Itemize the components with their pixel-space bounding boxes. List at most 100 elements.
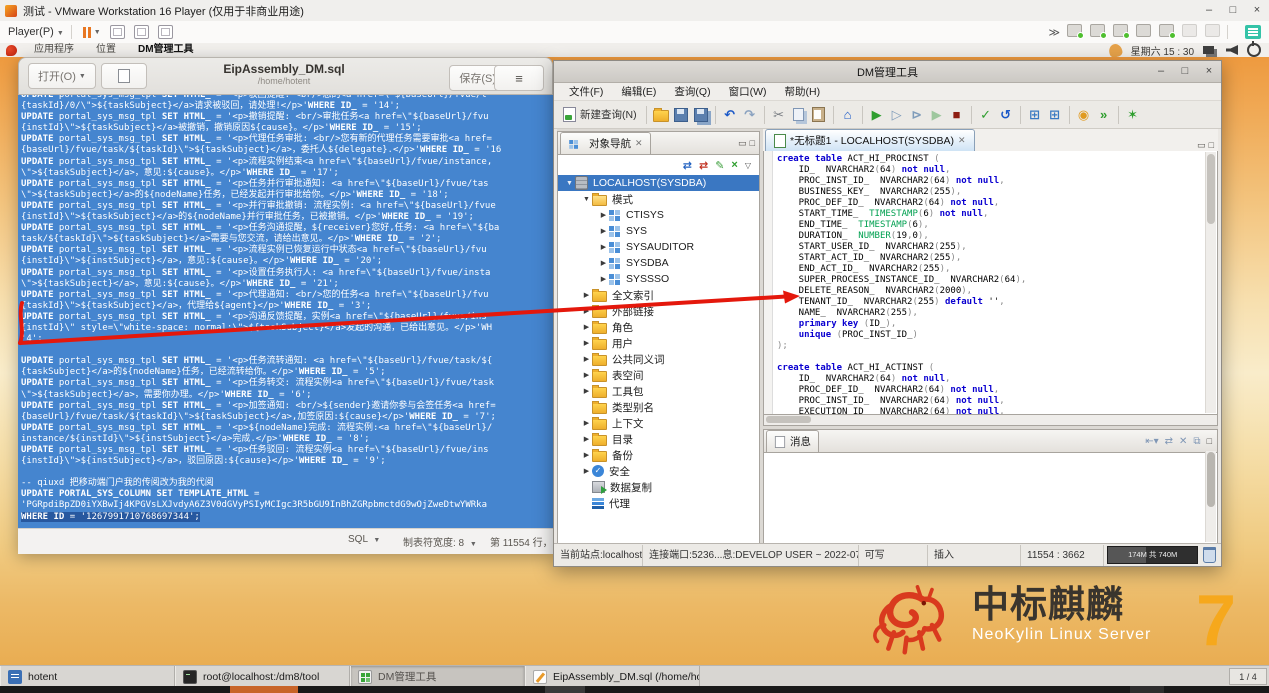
send-ctrl-alt-del-icon[interactable] — [110, 25, 125, 39]
taskbar-item-root@localhost:/dm8/tool[interactable]: root@localhost:/dm8/tool — [175, 666, 350, 687]
tree-expander-icon[interactable]: ▶ — [581, 291, 592, 299]
vmware-maximize-button[interactable]: □ — [1221, 2, 1245, 20]
minimize-panel-icon[interactable]: ▭ — [1197, 140, 1206, 151]
dm-menu-编辑(E)[interactable]: 编辑(E) — [612, 84, 665, 99]
connect-icon[interactable]: ⇄ — [683, 159, 692, 172]
network-icon[interactable] — [1203, 46, 1214, 54]
save-icon[interactable] — [671, 105, 691, 125]
edit-connection-icon[interactable]: ✎ — [715, 159, 724, 172]
fullscreen-icon[interactable] — [134, 25, 149, 39]
tree-expander-icon[interactable]: ▶ — [581, 467, 592, 475]
copy-icon[interactable]: ⧉ — [1193, 436, 1200, 447]
close-icon[interactable]: ✕ — [635, 138, 643, 149]
tree-item-备份[interactable]: ▶备份 — [558, 447, 759, 463]
tree-item-表空间[interactable]: ▶表空间 — [558, 367, 759, 383]
tree-expander-icon[interactable]: ▶ — [581, 355, 592, 363]
gedit-text-area[interactable]: UPDATE portal_sys_msg_tpl SET HTML_ = '<… — [18, 95, 553, 528]
clock-sync-icon[interactable] — [1090, 24, 1105, 37]
panel-menu-DM管理工具[interactable]: DM管理工具 — [127, 44, 205, 55]
tree-expander-icon[interactable]: ▶ — [598, 275, 609, 283]
sql-assist-icon[interactable]: ◉ — [1074, 105, 1094, 125]
unity-icon[interactable] — [158, 25, 173, 39]
tree-item-SYSSSO[interactable]: ▶SYSSSO — [558, 271, 759, 287]
tree-expander-icon[interactable]: ▶ — [598, 211, 609, 219]
tree-item-外部链接[interactable]: ▶外部链接 — [558, 303, 759, 319]
vmware-notes-icon[interactable] — [1245, 25, 1261, 39]
dm-menu-文件(F)[interactable]: 文件(F) — [560, 84, 612, 99]
tree-expander-icon[interactable]: ▼ — [564, 180, 575, 187]
tree-item-SYSDBA[interactable]: ▶SYSDBA — [558, 255, 759, 271]
taskbar-item-DM管理工具[interactable]: DM管理工具 — [350, 666, 525, 687]
open-icon[interactable] — [651, 105, 671, 125]
execute-current-icon[interactable]: ▷ — [887, 105, 907, 125]
messages-body[interactable] — [764, 451, 1217, 543]
maximize-panel-icon[interactable]: □ — [750, 138, 755, 149]
tree-expander-icon[interactable]: ▶ — [581, 323, 592, 331]
copy-icon[interactable] — [789, 105, 809, 125]
step-icon[interactable]: ⊳ — [907, 105, 927, 125]
execute-icon[interactable]: ▶ — [867, 105, 887, 125]
close-connection-icon[interactable]: × — [731, 159, 737, 171]
new-document-button[interactable] — [101, 63, 147, 89]
rollback-icon[interactable]: ↺ — [996, 105, 1016, 125]
new-query-button[interactable]: 新建查询(N) — [558, 107, 642, 122]
tree-item-SYS[interactable]: ▶SYS — [558, 223, 759, 239]
tree-item-角色[interactable]: ▶角色 — [558, 319, 759, 335]
tree-item-代理[interactable]: 代理 — [558, 495, 759, 511]
language-selector[interactable]: SQL ▼ — [348, 534, 380, 545]
sql-editor[interactable]: create table ACT_HI_PROCINST ( ID_ NVARC… — [763, 151, 1218, 415]
tree-expander-icon[interactable]: ▼ — [581, 196, 592, 203]
display-icon[interactable] — [1182, 24, 1197, 37]
paste-icon[interactable] — [809, 105, 829, 125]
maximize-panel-icon[interactable]: □ — [1207, 436, 1212, 446]
close-icon[interactable]: ✕ — [958, 135, 966, 146]
tree-item-公共同义词[interactable]: ▶公共同义词 — [558, 351, 759, 367]
tree-expander-icon[interactable]: ▶ — [598, 227, 609, 235]
tree-item-SYSAUDITOR[interactable]: ▶SYSAUDITOR — [558, 239, 759, 255]
tree-expander-icon[interactable]: ▶ — [581, 339, 592, 347]
maximize-panel-icon[interactable]: □ — [1209, 140, 1214, 151]
save-all-icon[interactable] — [691, 105, 711, 125]
virtual-drive-icon[interactable] — [1067, 24, 1082, 37]
garbage-collect-icon[interactable] — [1203, 547, 1216, 563]
hamburger-menu-icon[interactable]: ≡ — [494, 65, 544, 91]
tree-expander-icon[interactable]: ▶ — [581, 435, 592, 443]
commit-icon[interactable]: ✓ — [976, 105, 996, 125]
tab-messages[interactable]: 消息 — [766, 430, 819, 452]
volume-icon[interactable] — [1226, 45, 1238, 55]
heap-status-widget[interactable]: 174M 共 740M — [1107, 546, 1198, 564]
lock-scroll-icon[interactable]: ⇤▾ — [1145, 436, 1158, 447]
tree-item-目录[interactable]: ▶目录 — [558, 431, 759, 447]
tree-item-数据复制[interactable]: 数据复制 — [558, 479, 759, 495]
tree-expander-icon[interactable]: ▶ — [581, 387, 592, 395]
redo-icon[interactable]: ↷ — [740, 105, 760, 125]
dm-close-button[interactable]: × — [1197, 63, 1221, 81]
dm-menu-帮助(H)[interactable]: 帮助(H) — [776, 84, 830, 99]
tree-expander-icon[interactable]: ▶ — [581, 419, 592, 427]
tree-expander-icon[interactable]: ▶ — [581, 371, 592, 379]
taskbar-item-hotent[interactable]: hotent — [0, 666, 175, 687]
result-grid-2-icon[interactable]: ⊞ — [1045, 105, 1065, 125]
clock[interactable]: 星期六 15 : 30 — [1131, 43, 1194, 58]
input-method-icon[interactable] — [1107, 42, 1123, 58]
dm-minimize-button[interactable]: – — [1149, 63, 1173, 81]
tab-untitled1[interactable]: *无标题1 - LOCALHOST(SYSDBA) ✕ — [765, 129, 975, 151]
open-button[interactable]: 打开(O)▼ — [28, 63, 96, 89]
messages-scrollbar[interactable] — [1205, 451, 1216, 542]
tree-item-全文索引[interactable]: ▶全文索引 — [558, 287, 759, 303]
minimize-panel-icon[interactable]: ▭ — [738, 138, 747, 149]
undo-icon[interactable]: ↶ — [720, 105, 740, 125]
device-overflow-icon[interactable]: ≫ — [1048, 26, 1059, 39]
tree-item-工具包[interactable]: ▶工具包 — [558, 383, 759, 399]
usb-device-icon[interactable] — [1113, 24, 1128, 37]
vmware-minimize-button[interactable]: – — [1197, 2, 1221, 20]
panel-menu-位置[interactable]: 位置 — [85, 44, 127, 55]
neokylin-menu-icon[interactable] — [6, 45, 17, 56]
home-icon[interactable]: ⌂ — [838, 105, 858, 125]
clear-icon[interactable]: ✕ — [1179, 436, 1187, 447]
wrap-icon[interactable]: ⇄ — [1165, 436, 1173, 447]
tree-item-类型别名[interactable]: 类型别名 — [558, 399, 759, 415]
detach-icon[interactable] — [1205, 24, 1220, 37]
panel-menu-应用程序[interactable]: 应用程序 — [23, 44, 85, 55]
tree-item-用户[interactable]: ▶用户 — [558, 335, 759, 351]
